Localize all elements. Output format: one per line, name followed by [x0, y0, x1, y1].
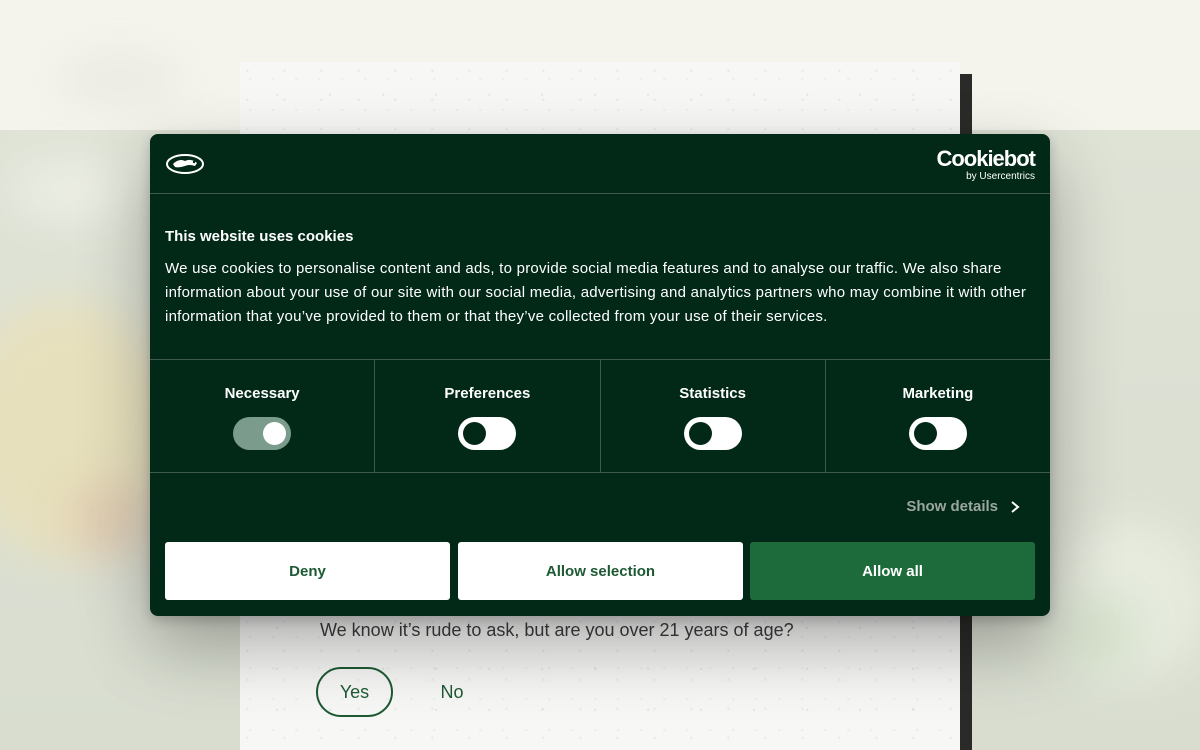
toggle-knob	[913, 422, 937, 445]
background-blur-shape	[60, 60, 180, 100]
dog-logo-icon	[166, 154, 204, 174]
allow-selection-button[interactable]: Allow selection	[458, 542, 743, 600]
chevron-right-icon	[1011, 500, 1020, 513]
category-label: Statistics	[679, 385, 746, 402]
statistics-toggle[interactable]	[683, 417, 742, 450]
cookiebot-byline: by Usercentrics	[966, 171, 1035, 182]
show-details-link[interactable]: Show details	[906, 498, 1022, 515]
background-blur-shape	[1060, 600, 1140, 670]
category-label: Preferences	[444, 385, 531, 402]
toggle-knob	[263, 422, 287, 445]
age-no-button[interactable]: No	[422, 667, 482, 717]
age-question: We know it’s rude to ask, but are you ov…	[320, 620, 794, 640]
toggle-knob	[463, 422, 487, 445]
show-details-label: Show details	[906, 498, 998, 515]
necessary-toggle[interactable]	[233, 417, 292, 450]
allow-all-button[interactable]: Allow all	[750, 542, 1035, 600]
toggle-knob	[688, 422, 712, 445]
cookiebot-wordmark: Cookiebot	[936, 146, 1036, 171]
background-blur-shape	[10, 160, 130, 220]
deny-button[interactable]: Deny	[165, 542, 450, 600]
dialog-description: We use cookies to personalise content an…	[165, 260, 1027, 325]
preferences-toggle[interactable]	[458, 417, 517, 450]
category-necessary: Necessary	[150, 360, 376, 472]
marketing-toggle[interactable]	[908, 417, 967, 450]
category-preferences: Preferences	[375, 360, 601, 472]
background-blur-shape	[70, 480, 150, 560]
category-marketing: Marketing	[826, 360, 1050, 472]
consent-category-toggles: Necessary Preferences Statistics Marketi…	[150, 359, 1050, 473]
dialog-title: This website uses cookies	[165, 228, 354, 245]
category-label: Necessary	[224, 385, 300, 402]
cookie-consent-dialog: Cookiebot by Usercentrics This website u…	[150, 134, 1050, 616]
category-label: Marketing	[902, 385, 974, 402]
dialog-header: Cookiebot by Usercentrics	[150, 134, 1050, 194]
cookiebot-logo[interactable]: Cookiebot by Usercentrics	[936, 146, 1036, 183]
age-yes-button[interactable]: Yes	[316, 667, 393, 717]
category-statistics: Statistics	[601, 360, 826, 472]
